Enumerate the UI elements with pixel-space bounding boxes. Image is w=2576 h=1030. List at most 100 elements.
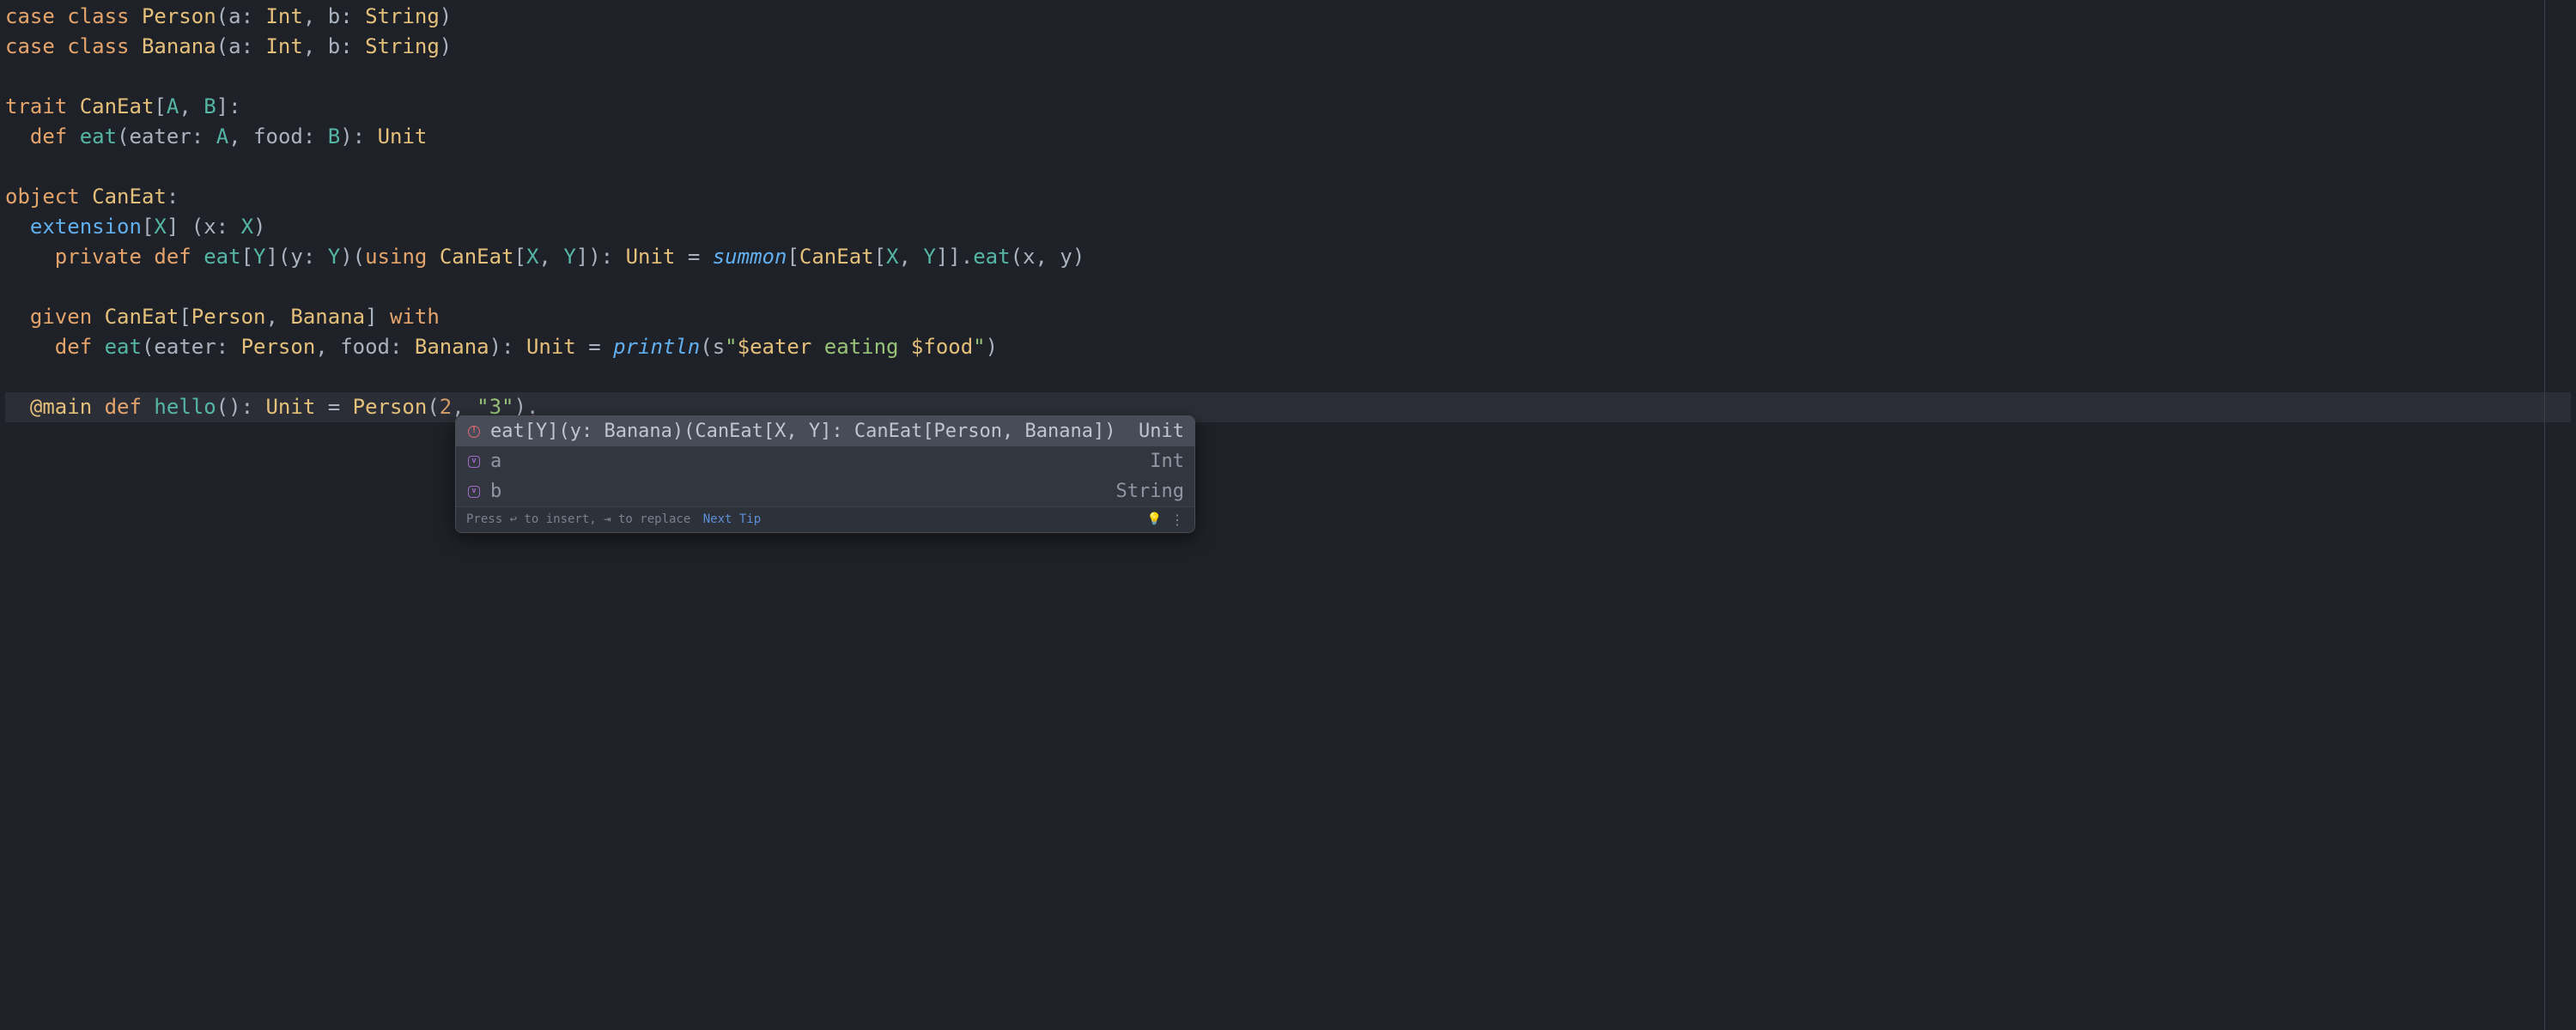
type-param: Y bbox=[253, 245, 265, 269]
keyword-def: def bbox=[105, 395, 142, 419]
field-icon: v bbox=[466, 454, 482, 470]
keyword-class: class bbox=[67, 34, 129, 58]
autocomplete-item-type: String bbox=[1116, 478, 1184, 506]
keyword-object: object bbox=[5, 185, 80, 209]
trait-name: CanEat bbox=[80, 94, 155, 118]
method-name: eat bbox=[80, 124, 117, 148]
keyword-def: def bbox=[154, 245, 191, 269]
method-name: eat bbox=[204, 245, 240, 269]
autocomplete-item-name: eat[Y](y: Banana)(CanEat[X, Y]: CanEat[P… bbox=[490, 418, 1139, 445]
keyword-trait: trait bbox=[5, 94, 67, 118]
type-param: X bbox=[154, 215, 166, 239]
code-line-blank[interactable] bbox=[5, 152, 2571, 182]
field-icon: v bbox=[466, 484, 482, 500]
autocomplete-item-type: Unit bbox=[1139, 418, 1184, 445]
string-literal: " bbox=[725, 335, 737, 359]
number-literal: 2 bbox=[440, 395, 452, 419]
bulb-icon[interactable]: 💡 bbox=[1147, 511, 1162, 528]
class-name: Banana bbox=[142, 34, 216, 58]
type: Unit bbox=[265, 395, 315, 419]
keyword-case: case bbox=[5, 34, 55, 58]
param-name: b bbox=[328, 4, 340, 28]
type-arg: X bbox=[886, 245, 898, 269]
code-line-current[interactable]: @main def hello(): Unit = Person(2, "3")… bbox=[5, 392, 2571, 422]
keyword-class: class bbox=[67, 4, 129, 28]
type: Unit bbox=[526, 335, 576, 359]
param-name: eater bbox=[130, 124, 191, 148]
string-literal: " bbox=[973, 335, 985, 359]
autocomplete-popup: ! eat[Y](y: Banana)(CanEat[X, Y]: CanEat… bbox=[455, 415, 1195, 533]
next-tip-link[interactable]: Next Tip bbox=[703, 512, 761, 526]
code-line[interactable]: def eat(eater: Person, food: Banana): Un… bbox=[5, 332, 2571, 362]
arg: x bbox=[1023, 245, 1035, 269]
method-name: eat bbox=[105, 335, 142, 359]
autocomplete-item-name: b bbox=[490, 478, 1116, 506]
autocomplete-item-name: a bbox=[490, 448, 1150, 476]
type: String bbox=[365, 34, 440, 58]
type: Person bbox=[241, 335, 316, 359]
code-line[interactable]: def eat(eater: A, food: B): Unit bbox=[5, 122, 2571, 152]
autocomplete-item-b[interactable]: v b String bbox=[456, 476, 1194, 506]
type: X bbox=[241, 215, 253, 239]
type-arg: Y bbox=[923, 245, 935, 269]
arg: y bbox=[1060, 245, 1072, 269]
ruler-line bbox=[2544, 0, 2545, 1030]
class-ref: CanEat bbox=[105, 305, 179, 329]
code-line[interactable]: object CanEat: bbox=[5, 182, 2571, 212]
method-error-icon: ! bbox=[466, 424, 482, 439]
keyword-extension: extension bbox=[30, 215, 142, 239]
param-name: a bbox=[228, 4, 240, 28]
type: Y bbox=[328, 245, 340, 269]
function-call: println bbox=[613, 335, 700, 359]
autocomplete-item-eat[interactable]: ! eat[Y](y: Banana)(CanEat[X, Y]: CanEat… bbox=[456, 416, 1194, 446]
object-name: CanEat bbox=[92, 185, 167, 209]
type: B bbox=[328, 124, 340, 148]
code-line[interactable]: given CanEat[Person, Banana] with bbox=[5, 302, 2571, 332]
code-line-blank[interactable] bbox=[5, 62, 2571, 92]
keyword-with: with bbox=[390, 305, 440, 329]
code-line[interactable]: private def eat[Y](y: Y)(using CanEat[X,… bbox=[5, 242, 2571, 272]
type-arg: X bbox=[526, 245, 538, 269]
string-interp: $eater bbox=[738, 335, 812, 359]
type-arg: Person bbox=[191, 305, 266, 329]
code-line-blank[interactable] bbox=[5, 272, 2571, 302]
type-arg: Y bbox=[563, 245, 575, 269]
method-call: eat bbox=[973, 245, 1010, 269]
type: String bbox=[365, 4, 440, 28]
more-icon[interactable]: ⋮ bbox=[1170, 510, 1184, 530]
param-name: y bbox=[290, 245, 302, 269]
autocomplete-footer-text: Press ↩ to insert, ⇥ to replace Next Tip bbox=[466, 511, 1147, 528]
autocomplete-item-type: Int bbox=[1150, 448, 1184, 476]
method-name: hello bbox=[154, 395, 216, 419]
code-editor[interactable]: case class Person(a: Int, b: String) cas… bbox=[0, 0, 2576, 1030]
autocomplete-footer: Press ↩ to insert, ⇥ to replace Next Tip… bbox=[456, 506, 1194, 532]
code-line[interactable]: case class Banana(a: Int, b: String) bbox=[5, 32, 2571, 62]
class-ref: CanEat bbox=[799, 245, 874, 269]
type-param: A bbox=[167, 94, 179, 118]
class-name: Person bbox=[142, 4, 216, 28]
type: Int bbox=[265, 4, 302, 28]
param-name: a bbox=[228, 34, 240, 58]
string-literal: eating bbox=[811, 335, 911, 359]
keyword-private: private bbox=[55, 245, 142, 269]
type: A bbox=[216, 124, 228, 148]
code-line[interactable]: trait CanEat[A, B]: bbox=[5, 92, 2571, 122]
keyword-using: using bbox=[365, 245, 427, 269]
code-line[interactable]: case class Person(a: Int, b: String) bbox=[5, 2, 2571, 32]
string-prefix: s bbox=[713, 335, 725, 359]
function-call: summon bbox=[713, 245, 787, 269]
autocomplete-item-a[interactable]: v a Int bbox=[456, 446, 1194, 476]
type-arg: Banana bbox=[290, 305, 365, 329]
type: Unit bbox=[378, 124, 428, 148]
code-line-blank[interactable] bbox=[5, 362, 2571, 392]
annotation: @main bbox=[30, 395, 92, 419]
keyword-given: given bbox=[30, 305, 92, 329]
keyword-def: def bbox=[30, 124, 67, 148]
class-ref: Person bbox=[353, 395, 428, 419]
string-interp: $food bbox=[911, 335, 973, 359]
keyword-case: case bbox=[5, 4, 55, 28]
type-param: B bbox=[204, 94, 216, 118]
keyword-def: def bbox=[55, 335, 92, 359]
param-name: eater bbox=[154, 335, 216, 359]
code-line[interactable]: extension[X] (x: X) bbox=[5, 212, 2571, 242]
